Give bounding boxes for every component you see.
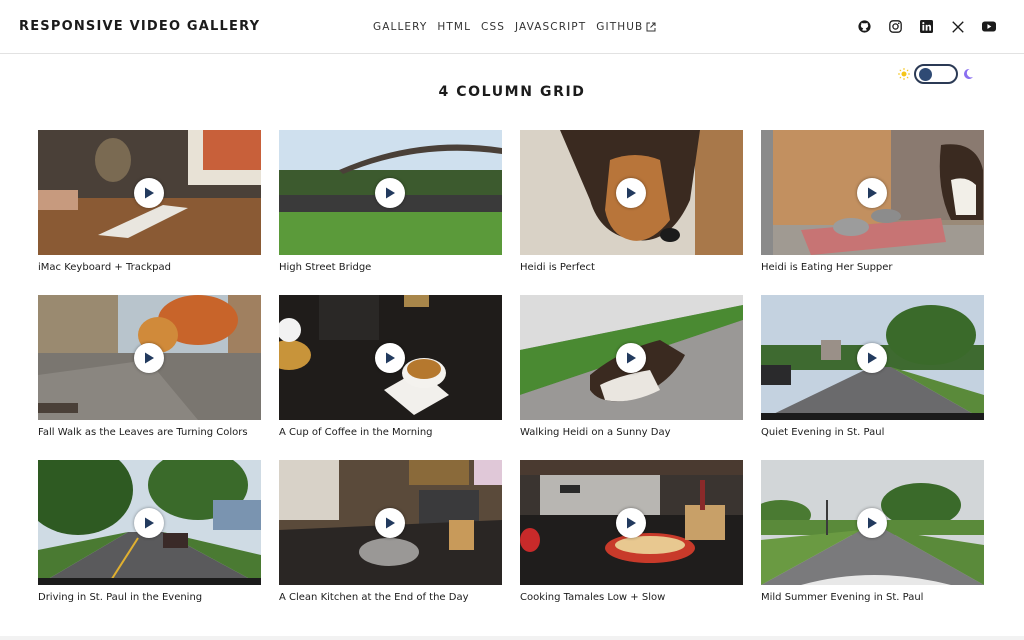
video-thumbnail[interactable] — [38, 130, 261, 255]
video-caption: Fall Walk as the Leaves are Turning Colo… — [38, 427, 248, 438]
nav-html[interactable]: HTML — [437, 21, 471, 33]
play-icon — [386, 517, 395, 529]
play-icon — [627, 352, 636, 364]
video-card[interactable]: Fall Walk as the Leaves are Turning Colo… — [38, 295, 261, 460]
video-thumbnail[interactable] — [279, 295, 502, 420]
video-card[interactable]: iMac Keyboard + Trackpad — [38, 130, 261, 295]
video-caption: Mild Summer Evening in St. Paul — [761, 592, 924, 603]
video-thumbnail[interactable] — [279, 130, 502, 255]
play-icon — [386, 352, 395, 364]
x-icon[interactable] — [949, 18, 966, 35]
video-thumbnail[interactable] — [38, 460, 261, 585]
moon-icon — [962, 65, 974, 84]
play-icon — [627, 517, 636, 529]
video-card[interactable]: Walking Heidi on a Sunny Day — [520, 295, 743, 460]
sun-icon — [898, 65, 910, 84]
video-card[interactable]: Driving in St. Paul in the Evening — [38, 460, 261, 625]
video-thumbnail[interactable] — [761, 130, 984, 255]
video-thumbnail[interactable] — [279, 460, 502, 585]
video-caption: High Street Bridge — [279, 262, 372, 273]
video-thumbnail[interactable] — [520, 460, 743, 585]
play-button[interactable] — [857, 343, 887, 373]
video-card[interactable]: Heidi is Eating Her Supper — [761, 130, 984, 295]
play-button[interactable] — [134, 178, 164, 208]
main-nav: GALLERY HTML CSS JAVASCRIPT GITHUB — [373, 0, 656, 54]
video-card[interactable]: Mild Summer Evening in St. Paul — [761, 460, 984, 625]
linkedin-icon[interactable] — [918, 18, 935, 35]
play-icon — [386, 187, 395, 199]
footer-divider — [0, 636, 1024, 640]
play-icon — [868, 517, 877, 529]
video-caption: A Cup of Coffee in the Morning — [279, 427, 433, 438]
play-button[interactable] — [616, 508, 646, 538]
social-links — [856, 18, 997, 35]
video-caption: Cooking Tamales Low + Slow — [520, 592, 666, 603]
play-button[interactable] — [134, 343, 164, 373]
nav-github[interactable]: GITHUB — [596, 21, 656, 33]
play-button[interactable] — [375, 343, 405, 373]
nav-css[interactable]: CSS — [481, 21, 505, 33]
video-card[interactable]: A Clean Kitchen at the End of the Day — [279, 460, 502, 625]
theme-toggle-switch[interactable] — [914, 64, 958, 84]
site-header: RESPONSIVE VIDEO GALLERY GALLERY HTML CS… — [0, 0, 1024, 54]
site-title[interactable]: RESPONSIVE VIDEO GALLERY — [19, 19, 260, 34]
play-button[interactable] — [857, 508, 887, 538]
video-card[interactable]: A Cup of Coffee in the Morning — [279, 295, 502, 460]
video-caption: Heidi is Perfect — [520, 262, 595, 273]
external-link-icon — [646, 22, 656, 32]
video-thumbnail[interactable] — [38, 295, 261, 420]
video-caption: Walking Heidi on a Sunny Day — [520, 427, 671, 438]
video-card[interactable]: Heidi is Perfect — [520, 130, 743, 295]
play-icon — [145, 352, 154, 364]
github-icon[interactable] — [856, 18, 873, 35]
play-icon — [145, 187, 154, 199]
video-caption: Heidi is Eating Her Supper — [761, 262, 893, 273]
play-icon — [868, 352, 877, 364]
play-button[interactable] — [616, 178, 646, 208]
nav-javascript[interactable]: JAVASCRIPT — [515, 21, 586, 33]
theme-toggle-group — [898, 64, 974, 84]
video-caption: Quiet Evening in St. Paul — [761, 427, 885, 438]
video-thumbnail[interactable] — [520, 130, 743, 255]
video-caption: iMac Keyboard + Trackpad — [38, 262, 171, 273]
nav-gallery[interactable]: GALLERY — [373, 21, 427, 33]
video-caption: A Clean Kitchen at the End of the Day — [279, 592, 469, 603]
video-card[interactable]: Cooking Tamales Low + Slow — [520, 460, 743, 625]
video-thumbnail[interactable] — [761, 295, 984, 420]
play-icon — [868, 187, 877, 199]
play-icon — [627, 187, 636, 199]
play-button[interactable] — [375, 178, 405, 208]
video-card[interactable]: Quiet Evening in St. Paul — [761, 295, 984, 460]
instagram-icon[interactable] — [887, 18, 904, 35]
play-button[interactable] — [134, 508, 164, 538]
play-button[interactable] — [616, 343, 646, 373]
video-card[interactable]: High Street Bridge — [279, 130, 502, 295]
page-heading: 4 COLUMN GRID — [438, 84, 586, 100]
nav-github-label: GITHUB — [596, 21, 644, 33]
video-thumbnail[interactable] — [761, 460, 984, 585]
video-grid: iMac Keyboard + Trackpad High Street Bri… — [38, 130, 984, 625]
video-thumbnail[interactable] — [520, 295, 743, 420]
youtube-icon[interactable] — [980, 18, 997, 35]
play-button[interactable] — [375, 508, 405, 538]
toggle-knob — [919, 68, 932, 81]
play-button[interactable] — [857, 178, 887, 208]
play-icon — [145, 517, 154, 529]
video-caption: Driving in St. Paul in the Evening — [38, 592, 203, 603]
